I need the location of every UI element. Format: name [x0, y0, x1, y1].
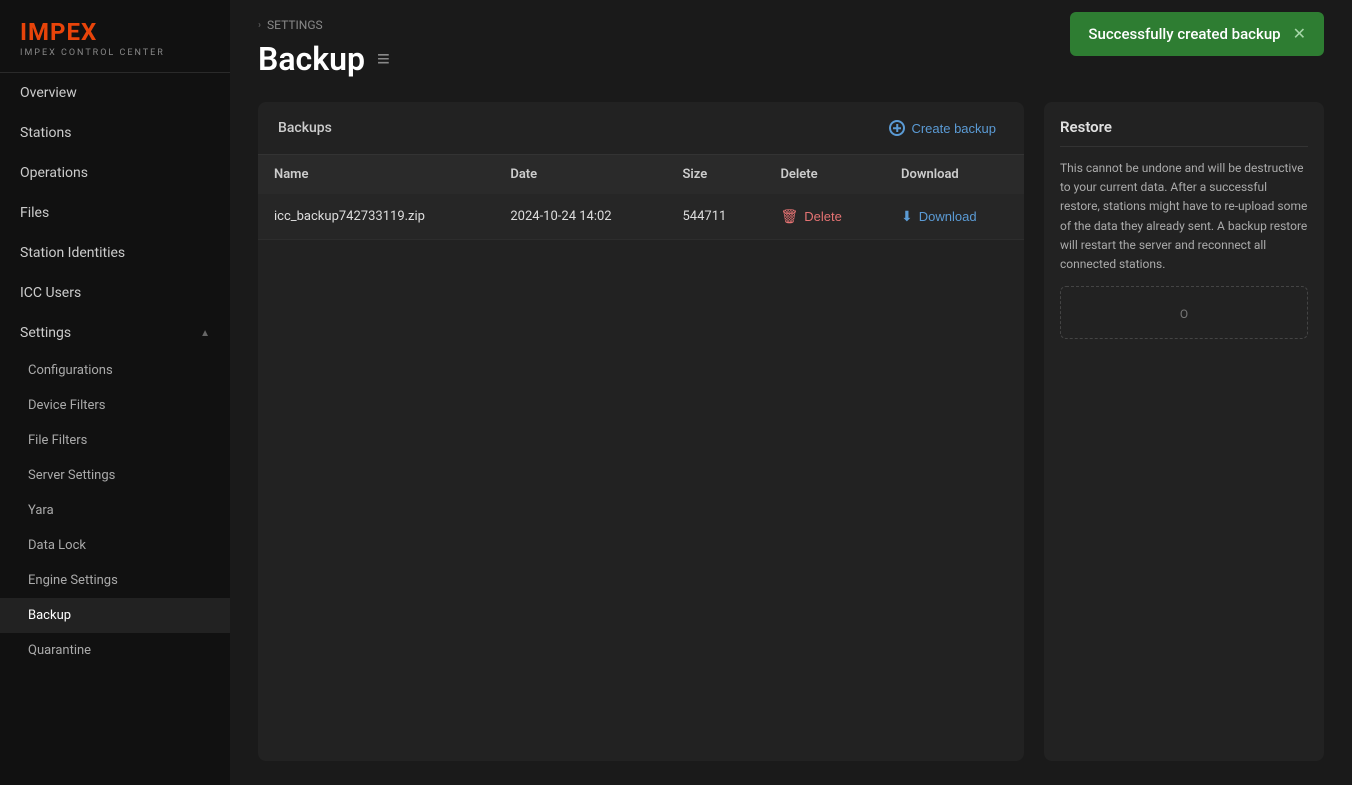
sidebar-sub-yara[interactable]: Yara	[0, 493, 230, 528]
backup-panel-header: Backups Create backup	[258, 102, 1024, 155]
backup-icon: ≡	[377, 46, 390, 72]
backup-panel: Backups Create backup Name Date Size Del…	[258, 102, 1024, 761]
toast-message: Successfully created backup	[1088, 25, 1280, 43]
logo-text: IMPEX	[20, 18, 210, 46]
sidebar: IMPEX IMPEX CONTROL CENTER Overview Stat…	[0, 0, 230, 785]
col-date: Date	[494, 155, 666, 194]
sidebar-item-operations[interactable]: Operations	[0, 153, 230, 193]
backups-title: Backups	[278, 120, 332, 136]
col-size: Size	[666, 155, 764, 194]
create-backup-button[interactable]: Create backup	[881, 116, 1004, 140]
settings-chevron-icon: ▲	[200, 328, 210, 339]
content-area: Backups Create backup Name Date Size Del…	[230, 78, 1352, 785]
delete-backup-button[interactable]: 🗑 Delete	[780, 206, 841, 227]
logo-area: IMPEX IMPEX CONTROL CENTER	[0, 0, 230, 73]
sidebar-item-overview[interactable]: Overview	[0, 73, 230, 113]
sidebar-item-stations[interactable]: Stations	[0, 113, 230, 153]
upload-label: O	[1180, 307, 1188, 321]
sidebar-sub-backup[interactable]: Backup	[0, 598, 230, 633]
backup-delete-cell: 🗑 Delete	[764, 194, 885, 240]
download-icon: ⬇	[901, 208, 913, 225]
table-header-row: Name Date Size Delete Download	[258, 155, 1024, 194]
success-toast: Successfully created backup ✕	[1070, 12, 1324, 56]
sidebar-sub-quarantine[interactable]: Quarantine	[0, 633, 230, 668]
sidebar-item-station-identities[interactable]: Station Identities	[0, 233, 230, 273]
sidebar-sub-configurations[interactable]: Configurations	[0, 353, 230, 388]
download-backup-button[interactable]: ⬇ Download	[901, 206, 977, 227]
restore-title: Restore	[1060, 118, 1308, 147]
backup-size: 544711	[666, 194, 764, 240]
sidebar-sub-device-filters[interactable]: Device Filters	[0, 388, 230, 423]
plus-circle-icon	[889, 120, 905, 136]
breadcrumb-chevron-icon: ›	[258, 20, 261, 31]
backup-date: 2024-10-24 14:02	[494, 194, 666, 240]
restore-upload-box[interactable]: O	[1060, 286, 1308, 339]
breadcrumb-settings: SETTINGS	[267, 18, 323, 32]
sidebar-sub-engine-settings[interactable]: Engine Settings	[0, 563, 230, 598]
sidebar-item-files[interactable]: Files	[0, 193, 230, 233]
backup-name: icc_backup742733119.zip	[258, 194, 494, 240]
main-content: › SETTINGS Backup ≡ Successfully created…	[230, 0, 1352, 785]
toast-close-button[interactable]: ✕	[1293, 24, 1306, 44]
backups-table: Name Date Size Delete Download icc_backu…	[258, 155, 1024, 240]
logo-subtitle: IMPEX CONTROL CENTER	[20, 48, 210, 58]
sidebar-sub-data-lock[interactable]: Data Lock	[0, 528, 230, 563]
trash-icon: 🗑	[780, 208, 798, 225]
page-header: › SETTINGS Backup ≡ Successfully created…	[230, 0, 1352, 78]
restore-panel: Restore This cannot be undone and will b…	[1044, 102, 1324, 761]
sidebar-item-settings[interactable]: Settings ▲	[0, 313, 230, 353]
table-row: icc_backup742733119.zip 2024-10-24 14:02…	[258, 194, 1024, 240]
page-title: Backup	[258, 40, 365, 78]
sidebar-sub-server-settings[interactable]: Server Settings	[0, 458, 230, 493]
sidebar-sub-file-filters[interactable]: File Filters	[0, 423, 230, 458]
col-name: Name	[258, 155, 494, 194]
col-download: Download	[885, 155, 1024, 194]
restore-description: This cannot be undone and will be destru…	[1060, 159, 1308, 274]
table-wrapper: Name Date Size Delete Download icc_backu…	[258, 155, 1024, 240]
backup-download-cell: ⬇ Download	[885, 194, 1024, 240]
sidebar-item-icc-users[interactable]: ICC Users	[0, 273, 230, 313]
col-delete: Delete	[764, 155, 885, 194]
